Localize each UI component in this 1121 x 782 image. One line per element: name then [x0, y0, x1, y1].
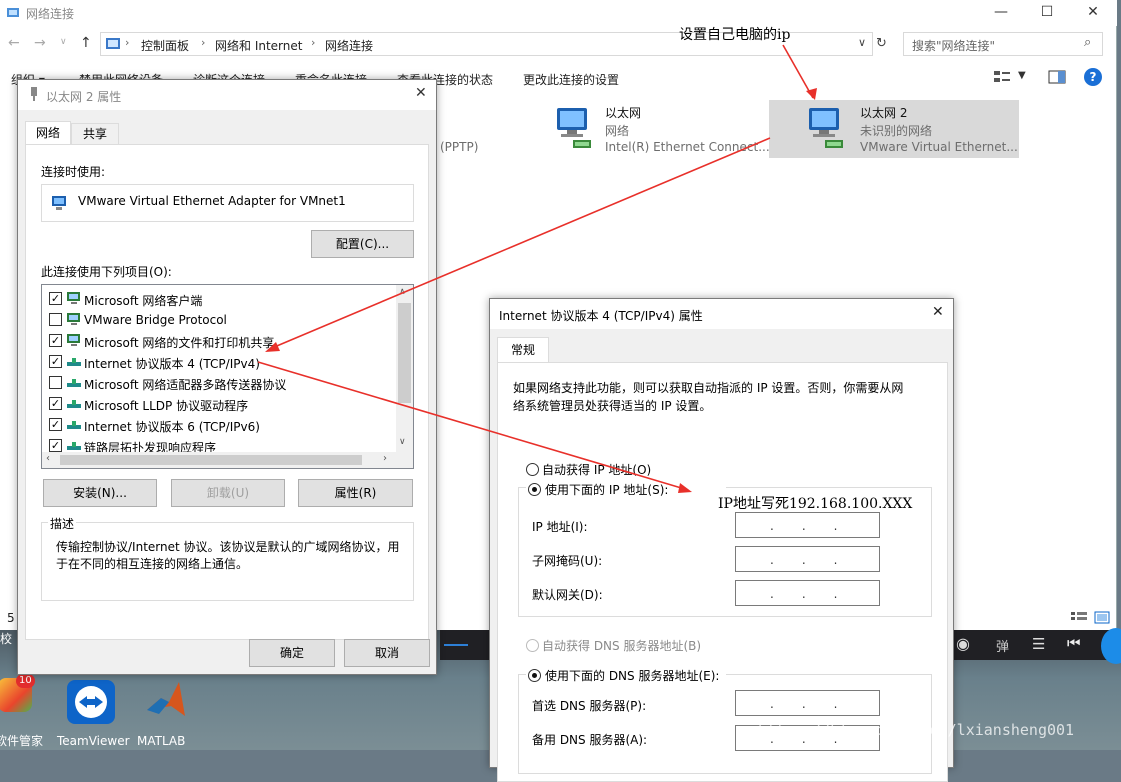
arrow-to-ipv4-item: [271, 137, 771, 349]
watermark: https://blog.csdn.net/lxiansheng001: [758, 721, 1075, 739]
arrowhead: [678, 483, 692, 493]
arrow-to-ethernet-2: [782, 44, 814, 99]
annotation-set-ip: 设置自己电脑的ip: [679, 27, 791, 43]
arrowhead: [265, 342, 280, 352]
annotation-arrows: [257, 44, 817, 493]
arrow-to-ip-settings: [257, 361, 689, 491]
annotation-ip-fixed: IP地址写死192.168.100.XXX: [718, 496, 913, 512]
